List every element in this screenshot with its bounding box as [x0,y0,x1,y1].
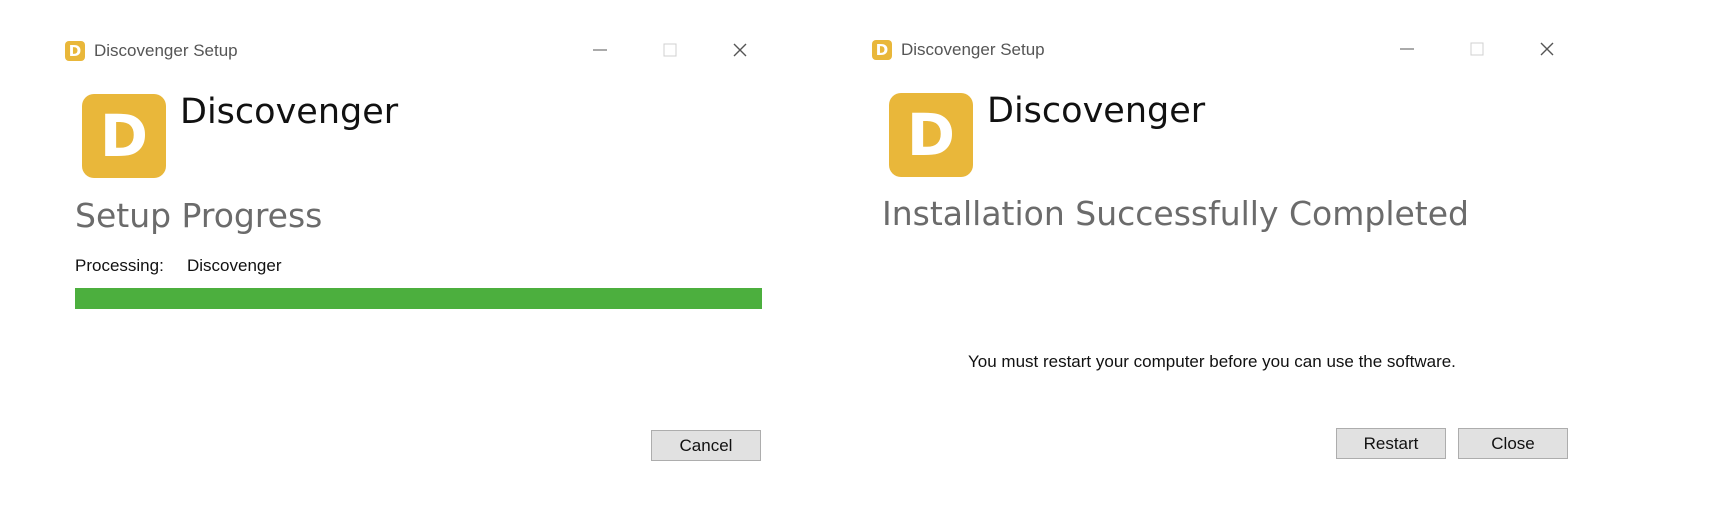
cancel-button[interactable]: Cancel [651,430,761,461]
app-title-icon: D [872,40,892,60]
minimize-icon [1400,48,1414,50]
app-logo: D [82,94,166,178]
page-heading: Setup Progress [75,196,323,235]
close-button[interactable]: Close [1458,428,1568,459]
setup-progress-window: D Discovenger Setup D Discovenger Setup … [0,0,800,530]
maximize-icon [1470,42,1484,56]
progress-bar [75,288,762,309]
minimize-button[interactable] [1389,36,1425,62]
close-icon [1540,42,1554,56]
app-title-icon: D [65,41,85,61]
maximize-icon [663,43,677,57]
installation-complete-window: D Discovenger Setup D Discovenger Instal… [808,0,1608,530]
progress-bar-fill [75,288,762,309]
maximize-button[interactable] [652,37,688,63]
page-heading: Installation Successfully Completed [882,194,1469,233]
app-name: Discovenger [987,91,1206,131]
restart-button[interactable]: Restart [1336,428,1446,459]
restart-message: You must restart your computer before yo… [968,352,1456,371]
close-window-button[interactable] [1529,36,1565,62]
minimize-icon [593,49,607,51]
minimize-button[interactable] [582,37,618,63]
processing-value: Discovenger [187,256,282,275]
close-icon [733,43,747,57]
window-title: Discovenger Setup [94,41,238,60]
app-name: Discovenger [180,92,399,132]
app-logo: D [889,93,973,177]
processing-label: Processing: [75,256,164,275]
close-window-button[interactable] [722,37,758,63]
maximize-button[interactable] [1459,36,1495,62]
window-title: Discovenger Setup [901,40,1045,59]
